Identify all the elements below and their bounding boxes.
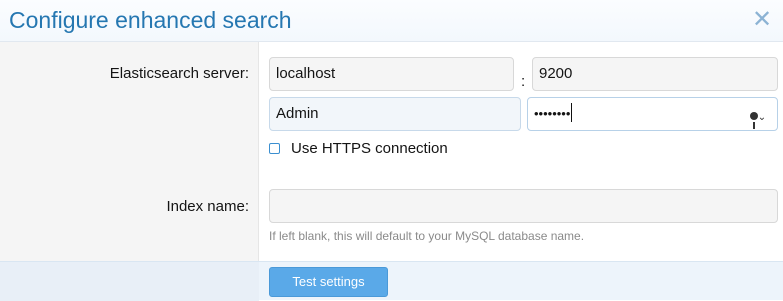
index-hint: If left blank, this will default to your… (269, 229, 585, 243)
dialog-footer: Test settings (0, 261, 783, 301)
key-stem-shape (752, 122, 755, 129)
key-head-shape (749, 112, 758, 121)
port-separator: : (521, 73, 526, 90)
https-checkbox-label[interactable]: Use HTTPS connection (291, 140, 448, 157)
test-settings-button[interactable]: Test settings (269, 267, 388, 297)
dialog-title: Configure enhanced search (9, 7, 292, 33)
key-icon[interactable]: ⌄ (746, 105, 770, 129)
index-label: Index name: (166, 198, 249, 215)
password-masked-value: •••••••• (534, 106, 571, 121)
dialog-header: Configure enhanced search ✕ (0, 0, 783, 42)
text-caret (571, 103, 573, 122)
footer-left-panel (0, 262, 259, 301)
port-input[interactable]: 9200 (532, 57, 778, 91)
password-input[interactable]: •••••••• (527, 97, 778, 131)
index-name-input[interactable] (269, 189, 778, 223)
chevron-down-icon: ⌄ (757, 112, 767, 123)
https-checkbox[interactable] (269, 143, 280, 154)
close-icon[interactable]: ✕ (750, 6, 774, 34)
server-label: Elasticsearch server: (109, 65, 249, 82)
username-input[interactable]: Admin (269, 97, 521, 131)
host-input[interactable]: localhost (269, 57, 514, 91)
